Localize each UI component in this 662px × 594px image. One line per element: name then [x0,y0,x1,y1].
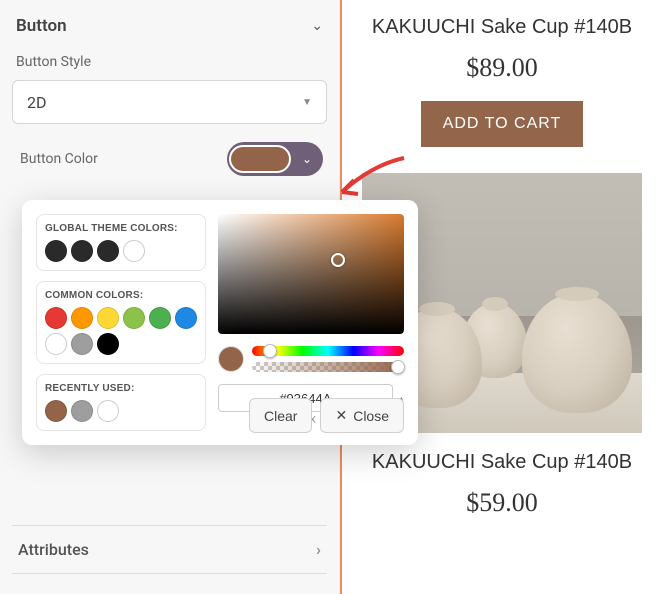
chevron-down-icon: ⌄ [311,18,323,34]
caret-down-icon: ▼ [302,97,312,108]
color-swatch[interactable] [45,307,67,329]
product-title: KAKUUCHI Sake Cup #140B [372,451,632,474]
product-price: $59.00 [466,488,538,518]
recently-used-group: RECENTLY USED: [36,374,206,431]
product-price: $89.00 [466,53,538,83]
color-swatch[interactable] [149,307,171,329]
color-swatch[interactable] [97,400,119,422]
sv-cursor[interactable] [331,253,345,267]
color-swatch[interactable] [71,240,93,262]
button-color-control[interactable]: ⌄ [227,142,323,176]
color-preview-dot [218,346,244,372]
saturation-value-panel[interactable] [218,214,404,334]
color-swatch-pill[interactable] [229,145,291,173]
hue-slider[interactable] [252,346,404,356]
color-swatch[interactable] [71,400,93,422]
button-style-label: Button Style [12,50,327,74]
group-label: COMMON COLORS: [45,290,197,301]
color-dropdown-toggle[interactable]: ⌄ [293,145,321,173]
color-swatch[interactable] [97,307,119,329]
color-swatch[interactable] [45,240,67,262]
attributes-label: Attributes [18,540,89,559]
panel-header[interactable]: Button ⌄ [12,10,327,50]
alpha-slider[interactable] [252,362,404,372]
hue-thumb[interactable] [263,344,277,358]
color-swatch[interactable] [97,333,119,355]
group-label: RECENTLY USED: [45,383,197,394]
color-picker-popover: GLOBAL THEME COLORS: COMMON COLORS: RECE… [22,200,418,445]
product-title: KAKUUCHI Sake Cup #140B [372,16,632,39]
global-theme-colors-group: GLOBAL THEME COLORS: [36,214,206,271]
close-button[interactable]: ✕ Close [320,398,404,433]
select-value: 2D [27,93,47,112]
add-to-cart-button[interactable]: ADD TO CART [421,101,584,147]
color-swatch[interactable] [123,240,145,262]
color-swatch[interactable] [123,307,145,329]
color-swatch[interactable] [45,333,67,355]
clear-button[interactable]: Clear [249,398,312,433]
button-color-label: Button Color [16,147,102,171]
color-swatch[interactable] [71,307,93,329]
color-swatch[interactable] [97,240,119,262]
chevron-right-icon: › [316,540,321,559]
button-style-select[interactable]: 2D ▼ [12,80,327,124]
alpha-thumb[interactable] [391,360,405,374]
color-swatch[interactable] [45,400,67,422]
common-colors-group: COMMON COLORS: [36,281,206,364]
color-swatch[interactable] [71,333,93,355]
close-icon: ✕ [335,407,347,424]
group-label: GLOBAL THEME COLORS: [45,223,197,234]
color-swatch[interactable] [175,307,197,329]
panel-title: Button [16,16,67,36]
attributes-panel-row[interactable]: Attributes › [12,525,327,574]
